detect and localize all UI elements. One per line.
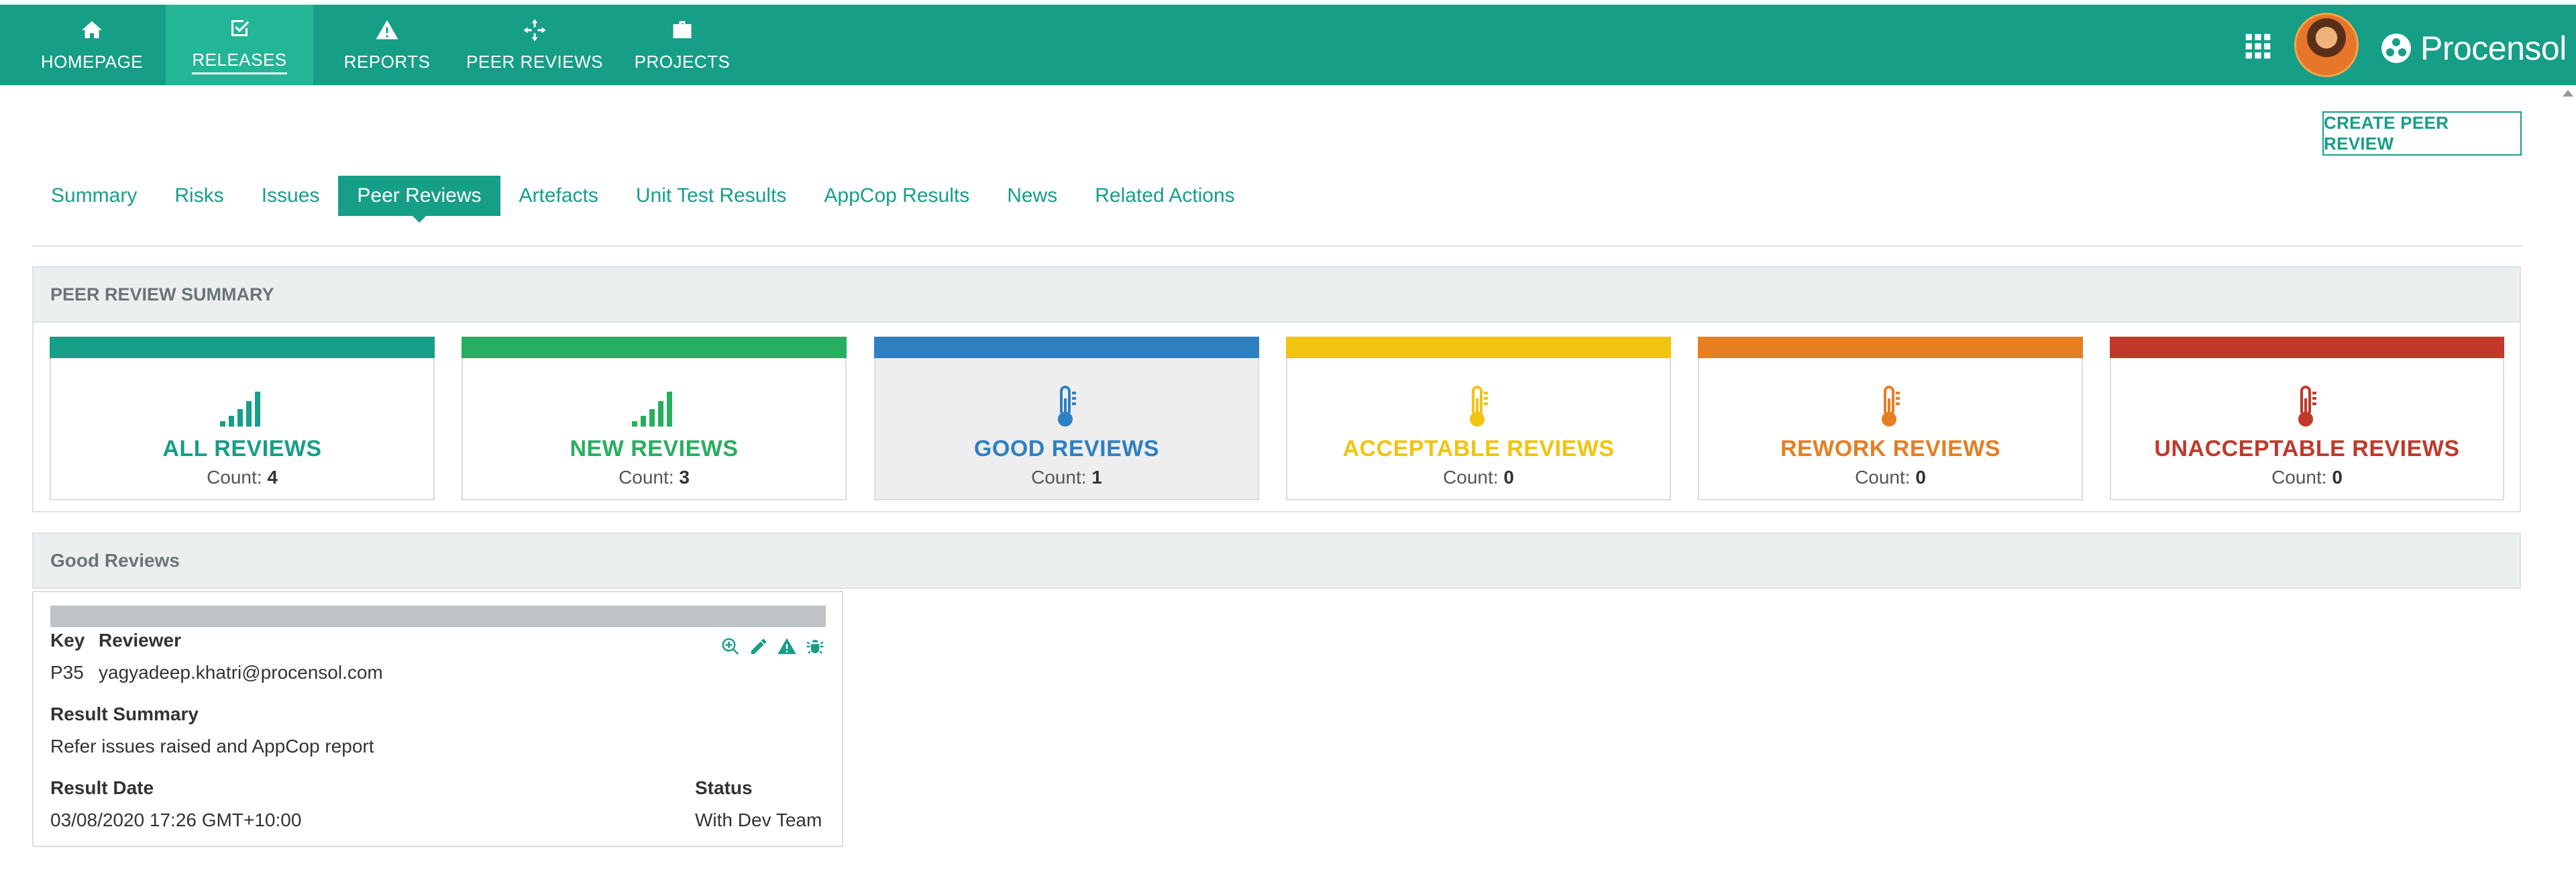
card-count: Count: 1: [1031, 467, 1102, 488]
apps-grid-icon[interactable]: [2243, 32, 2273, 61]
home-icon: [82, 21, 102, 38]
review-reviewer-email: yagyadeep.khatri@procensol.com: [99, 662, 383, 683]
result-date-value: 03/08/2020 17:26 GMT+10:00: [50, 810, 302, 830]
tab-summary[interactable]: Summary: [32, 176, 156, 216]
card-unacceptable-reviews[interactable]: UNACCEPTABLE REVIEWS Count: 0: [2110, 337, 2504, 500]
tab-news[interactable]: News: [988, 176, 1076, 216]
thermometer-icon: [1058, 386, 1076, 427]
tab-artefacts[interactable]: Artefacts: [500, 176, 617, 216]
tab-appcop-results[interactable]: AppCop Results: [805, 176, 988, 216]
card-rework-reviews[interactable]: REWORK REVIEWS Count: 0: [1698, 337, 2083, 500]
warning-icon: [376, 19, 398, 39]
briefcase-icon: [673, 21, 692, 38]
top-strip: [0, 0, 2576, 5]
tab-unit-test-results[interactable]: Unit Test Results: [617, 176, 806, 216]
card-count: Count: 0: [1443, 467, 1514, 488]
thermometer-icon: [1470, 386, 1488, 427]
card-count: Count: 3: [619, 467, 690, 488]
review-actions: [720, 636, 825, 657]
check-square-icon: [231, 19, 250, 36]
card-color-bar: [1698, 337, 2083, 358]
tab-risks[interactable]: Risks: [156, 176, 242, 216]
peer-review-summary-header: PEER REVIEW SUMMARY: [32, 266, 2521, 323]
thermometer-icon: [2298, 386, 2316, 427]
card-count: Count: 4: [207, 467, 278, 488]
key-label: Key: [50, 630, 85, 651]
tab-issues[interactable]: Issues: [243, 176, 339, 216]
card-title: NEW REVIEWS: [570, 436, 739, 461]
result-date-label: Result Date: [50, 777, 154, 798]
card-new-reviews[interactable]: NEW REVIEWS Count: 3: [462, 337, 847, 500]
card-title: UNACCEPTABLE REVIEWS: [2154, 436, 2460, 461]
nav-releases[interactable]: RELEASES: [166, 5, 313, 85]
card-title: ALL REVIEWS: [162, 436, 322, 461]
card-title: GOOD REVIEWS: [973, 436, 1160, 461]
tabs-divider: [32, 245, 2522, 247]
nav-peer-reviews[interactable]: PEER REVIEWS: [461, 5, 608, 85]
brand-name: Procensol: [2420, 30, 2567, 67]
card-title: ACCEPTABLE REVIEWS: [1342, 436, 1615, 461]
nav-peer-reviews-label: PEER REVIEWS: [466, 51, 603, 72]
top-navigation-bar: HOMEPAGE RELEASES REPORTS PEER REVIEWS P…: [0, 5, 2576, 85]
good-reviews-header: Good Reviews: [32, 533, 2521, 589]
review-status-bar: [50, 606, 826, 627]
card-color-bar: [50, 337, 435, 358]
card-title: REWORK REVIEWS: [1780, 436, 2001, 461]
card-good-reviews[interactable]: GOOD REVIEWS Count: 1: [874, 337, 1259, 500]
scrollbar-up-arrow[interactable]: [2563, 90, 2573, 97]
warning-icon[interactable]: [777, 636, 797, 657]
review-key: P35: [50, 662, 84, 683]
card-count-value: 0: [1503, 467, 1514, 488]
nav-releases-label: RELEASES: [192, 50, 287, 74]
thermometer-icon: [1882, 386, 1900, 427]
brand-logo: Procensol: [2380, 29, 2567, 68]
nav-homepage-label: HOMEPAGE: [40, 51, 144, 72]
card-color-bar: [1286, 337, 1671, 358]
card-count-value: 0: [1915, 467, 1926, 488]
user-avatar[interactable]: [2294, 13, 2359, 77]
card-count-value: 1: [1091, 467, 1102, 488]
card-count-value: 3: [679, 467, 690, 488]
card-all-reviews[interactable]: ALL REVIEWS Count: 4: [50, 337, 435, 500]
card-acceptable-reviews[interactable]: ACCEPTABLE REVIEWS Count: 0: [1286, 337, 1671, 500]
signal-bars-icon: [220, 392, 260, 427]
reviewer-label: Reviewer: [99, 630, 181, 651]
nav-reports-label: REPORTS: [343, 51, 431, 72]
card-color-bar: [874, 337, 1259, 358]
result-summary-label: Result Summary: [50, 704, 199, 724]
signal-bars-icon: [632, 392, 672, 427]
zoom-in-icon[interactable]: [720, 636, 741, 657]
nav-projects-label: PROJECTS: [634, 51, 731, 72]
nav-reports[interactable]: REPORTS: [313, 5, 461, 85]
create-peer-review-button[interactable]: CREATE PEER REVIEW: [2322, 111, 2522, 156]
status-label: Status: [695, 777, 753, 798]
card-count: Count: 0: [1855, 467, 1926, 488]
procensol-logo-icon: [2381, 34, 2411, 63]
tab-peer-reviews[interactable]: Peer Reviews: [338, 176, 500, 223]
card-color-bar: [462, 337, 847, 358]
result-summary-value: Refer issues raised and AppCop report: [50, 736, 374, 757]
tab-related-actions[interactable]: Related Actions: [1076, 176, 1253, 216]
nav-projects[interactable]: PROJECTS: [608, 5, 756, 85]
card-count-value: 4: [267, 467, 278, 488]
crosshair-icon: [523, 19, 546, 41]
review-card: Key Reviewer P35 yagyadeep.khatri@procen…: [32, 591, 843, 847]
card-color-bar: [2110, 337, 2504, 358]
nav-homepage[interactable]: HOMEPAGE: [18, 5, 166, 85]
card-count-value: 0: [2332, 467, 2343, 488]
release-tabs: Summary Risks Issues Peer Reviews Artefa…: [32, 176, 1254, 223]
status-value: With Dev Team: [695, 810, 822, 830]
edit-pencil-icon[interactable]: [749, 636, 769, 657]
bug-icon[interactable]: [805, 636, 825, 657]
card-count: Count: 0: [2271, 467, 2343, 488]
